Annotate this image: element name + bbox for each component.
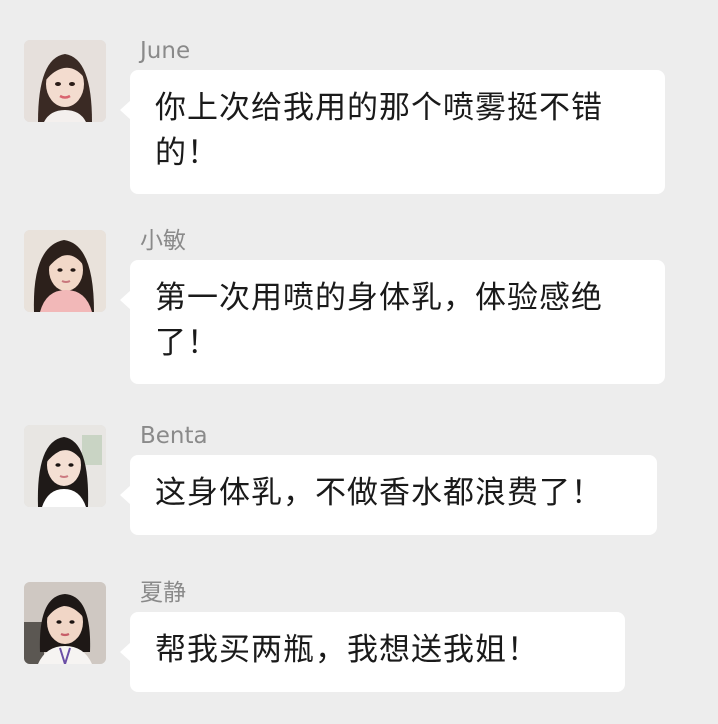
message-bubble[interactable]: 你上次给我用的那个喷雾挺不错的！ <box>120 70 665 194</box>
avatar[interactable] <box>24 582 106 664</box>
chat-thread: June 你上次给我用的那个喷雾挺不错的！ 小敏 第一次用喷的身体乳，体验感绝了… <box>0 0 718 724</box>
sender-name: 夏静 <box>140 580 186 606</box>
message-bubble[interactable]: 这身体乳，不做香水都浪费了！ <box>120 455 657 535</box>
message-bubble[interactable]: 第一次用喷的身体乳，体验感绝了！ <box>120 260 665 384</box>
avatar[interactable] <box>24 230 106 312</box>
sender-name: 小敏 <box>140 228 186 254</box>
avatar[interactable] <box>24 40 106 122</box>
sender-name: June <box>140 38 191 64</box>
avatar[interactable] <box>24 425 106 507</box>
woman-portrait-avatar-icon <box>24 582 106 664</box>
message-bubble[interactable]: 帮我买两瓶，我想送我姐！ <box>120 612 625 692</box>
sender-name: Benta <box>140 423 208 449</box>
woman-portrait-avatar-icon <box>24 425 106 507</box>
woman-portrait-avatar-icon <box>24 40 106 122</box>
woman-portrait-avatar-icon <box>24 230 106 312</box>
